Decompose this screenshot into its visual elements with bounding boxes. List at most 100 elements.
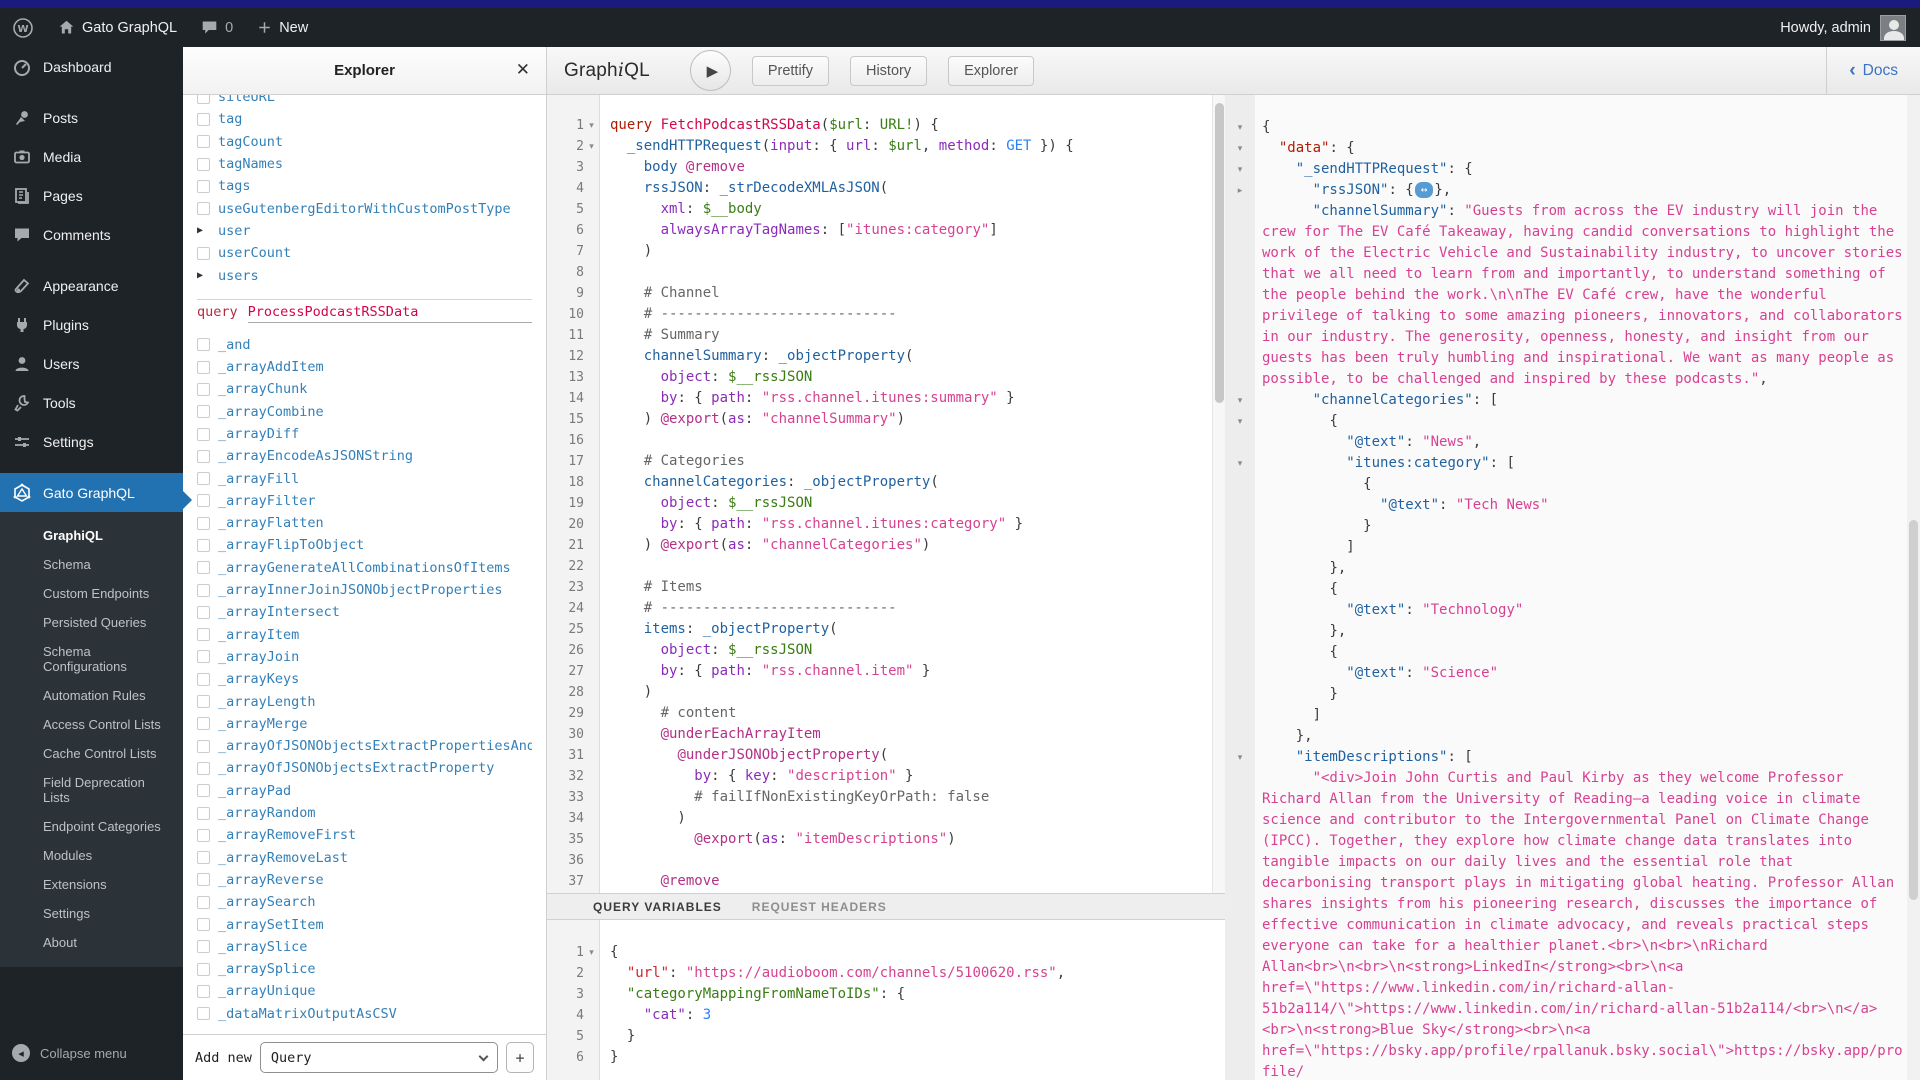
submenu-item-endpoint-categories[interactable]: Endpoint Categories: [0, 812, 183, 841]
checkbox[interactable]: [197, 494, 210, 507]
checkbox[interactable]: [197, 158, 210, 171]
checkbox[interactable]: [197, 539, 210, 552]
checkbox[interactable]: [197, 829, 210, 842]
fold-toggle-icon[interactable]: ▾: [586, 136, 597, 157]
submenu-item-automation-rules[interactable]: Automation Rules: [0, 681, 183, 710]
add-new-button[interactable]: +: [506, 1042, 534, 1073]
sidebar-item-gato-graphql[interactable]: Gato GraphQL: [0, 473, 183, 512]
explorer-field-tagNames[interactable]: tagNames: [197, 153, 532, 175]
explorer-field-_arrayOfJSONObjectsExtractPropertiesAndC[interactable]: _arrayOfJSONObjectsExtractPropertiesAndC: [197, 735, 532, 757]
new-content-menu[interactable]: New: [245, 8, 320, 47]
account-menu[interactable]: Howdy, admin: [1780, 15, 1920, 41]
checkbox[interactable]: [197, 1007, 210, 1020]
explorer-field-_arrayPad[interactable]: _arrayPad: [197, 780, 532, 802]
explorer-field-_arrayFlipToObject[interactable]: _arrayFlipToObject: [197, 534, 532, 556]
explorer-field-_arraySearch[interactable]: _arraySearch: [197, 891, 532, 913]
fold-toggle-icon[interactable]: ▾: [586, 115, 597, 136]
fold-toggle-icon[interactable]: ▾: [1238, 395, 1243, 405]
explorer-field-_arrayUnique[interactable]: _arrayUnique: [197, 980, 532, 1002]
checkbox[interactable]: [197, 338, 210, 351]
checkbox[interactable]: [197, 717, 210, 730]
scrollbar-thumb[interactable]: [1909, 520, 1918, 900]
checkbox[interactable]: [197, 517, 210, 530]
submenu-item-schema-configurations[interactable]: Schema Configurations: [0, 637, 183, 681]
explorer-field-_arrayKeys[interactable]: _arrayKeys: [197, 668, 532, 690]
query-variables-editor[interactable]: 1▾{2 "url": "https://audioboom.com/chann…: [547, 920, 1225, 1080]
sidebar-item-posts[interactable]: Posts: [0, 98, 183, 137]
submenu-item-about[interactable]: About: [0, 928, 183, 957]
checkbox[interactable]: [197, 762, 210, 775]
checkbox[interactable]: [197, 180, 210, 193]
expand-arrow-icon[interactable]: ▶: [197, 270, 210, 281]
submenu-item-graphiql[interactable]: GraphiQL: [0, 521, 183, 550]
checkbox[interactable]: [197, 940, 210, 953]
sidebar-item-media[interactable]: Media: [0, 137, 183, 176]
history-button[interactable]: History: [850, 56, 927, 86]
response-scrollbar[interactable]: [1907, 95, 1920, 1080]
docs-button[interactable]: ‹ Docs: [1826, 47, 1920, 94]
fold-toggle-icon[interactable]: ▾: [1238, 416, 1243, 426]
checkbox[interactable]: [197, 247, 210, 260]
explorer-field-_arraySplice[interactable]: _arraySplice: [197, 958, 532, 980]
submenu-item-extensions[interactable]: Extensions: [0, 870, 183, 899]
explorer-field-_arrayCombine[interactable]: _arrayCombine: [197, 401, 532, 423]
submenu-item-modules[interactable]: Modules: [0, 841, 183, 870]
explorer-field-user[interactable]: ▶user: [197, 220, 532, 242]
checkbox[interactable]: [197, 873, 210, 886]
execute-query-button[interactable]: ▶: [690, 50, 731, 91]
expand-arrow-icon[interactable]: ▶: [197, 225, 210, 236]
explorer-field-_arrayFilter[interactable]: _arrayFilter: [197, 490, 532, 512]
checkbox[interactable]: [197, 807, 210, 820]
explorer-field-_and[interactable]: _and: [197, 334, 532, 356]
fold-toggle-icon[interactable]: ▾: [1238, 143, 1243, 153]
prettify-button[interactable]: Prettify: [752, 56, 829, 86]
tab-query-variables[interactable]: QUERY VARIABLES: [593, 900, 722, 914]
checkbox[interactable]: [197, 784, 210, 797]
checkbox[interactable]: [197, 985, 210, 998]
checkbox[interactable]: [197, 918, 210, 931]
explorer-field-_arrayFlatten[interactable]: _arrayFlatten: [197, 512, 532, 534]
submenu-item-field-deprecation-lists[interactable]: Field Deprecation Lists: [0, 768, 183, 812]
explorer-field-_arrayJoin[interactable]: _arrayJoin: [197, 646, 532, 668]
sidebar-item-plugins[interactable]: Plugins: [0, 305, 183, 344]
wp-logo-menu[interactable]: W: [0, 8, 46, 47]
checkbox[interactable]: [197, 851, 210, 864]
collapse-menu-button[interactable]: ◂ Collapse menu: [0, 1036, 139, 1070]
sidebar-item-settings[interactable]: Settings: [0, 422, 183, 461]
explorer-field-tag[interactable]: tag: [197, 108, 532, 130]
submenu-item-schema[interactable]: Schema: [0, 550, 183, 579]
checkbox[interactable]: [197, 650, 210, 663]
explorer-field-_arraySetItem[interactable]: _arraySetItem: [197, 913, 532, 935]
submenu-item-persisted-queries[interactable]: Persisted Queries: [0, 608, 183, 637]
checkbox[interactable]: [197, 472, 210, 485]
checkbox[interactable]: [197, 383, 210, 396]
explorer-field-_arrayChunk[interactable]: _arrayChunk: [197, 378, 532, 400]
sidebar-item-users[interactable]: Users: [0, 344, 183, 383]
checkbox[interactable]: [197, 428, 210, 441]
explorer-field-_arrayReverse[interactable]: _arrayReverse: [197, 869, 532, 891]
close-icon[interactable]: ✕: [516, 60, 530, 80]
submenu-item-access-control-lists[interactable]: Access Control Lists: [0, 710, 183, 739]
explorer-field-_arrayGenerateAllCombinationsOfItems[interactable]: _arrayGenerateAllCombinationsOfItems: [197, 557, 532, 579]
checkbox[interactable]: [197, 561, 210, 574]
fold-toggle-icon[interactable]: ▾: [586, 942, 597, 963]
sidebar-item-dashboard[interactable]: Dashboard: [0, 47, 183, 86]
sidebar-item-appearance[interactable]: Appearance: [0, 266, 183, 305]
checkbox[interactable]: [197, 450, 210, 463]
editor-scrollbar[interactable]: [1212, 95, 1225, 893]
checkbox[interactable]: [197, 695, 210, 708]
query-editor[interactable]: 1▾query FetchPodcastRSSData($url: URL!) …: [547, 95, 1225, 893]
explorer-field-_arrayInnerJoinJSONObjectProperties[interactable]: _arrayInnerJoinJSONObjectProperties: [197, 579, 532, 601]
add-new-select[interactable]: Query: [260, 1042, 498, 1073]
submenu-item-cache-control-lists[interactable]: Cache Control Lists: [0, 739, 183, 768]
fold-toggle-icon[interactable]: ▾: [1238, 164, 1243, 174]
explorer-field-_arrayItem[interactable]: _arrayItem: [197, 624, 532, 646]
scrollbar-thumb[interactable]: [1215, 103, 1224, 403]
checkbox[interactable]: [197, 896, 210, 909]
checkbox[interactable]: [197, 95, 210, 104]
checkbox[interactable]: [197, 135, 210, 148]
query-name-input[interactable]: ProcessPodcastRSSData: [248, 304, 532, 323]
folded-content-badge[interactable]: ↔: [1415, 182, 1434, 198]
explorer-field-_arrayAddItem[interactable]: _arrayAddItem: [197, 356, 532, 378]
explorer-field-_arrayLength[interactable]: _arrayLength: [197, 690, 532, 712]
